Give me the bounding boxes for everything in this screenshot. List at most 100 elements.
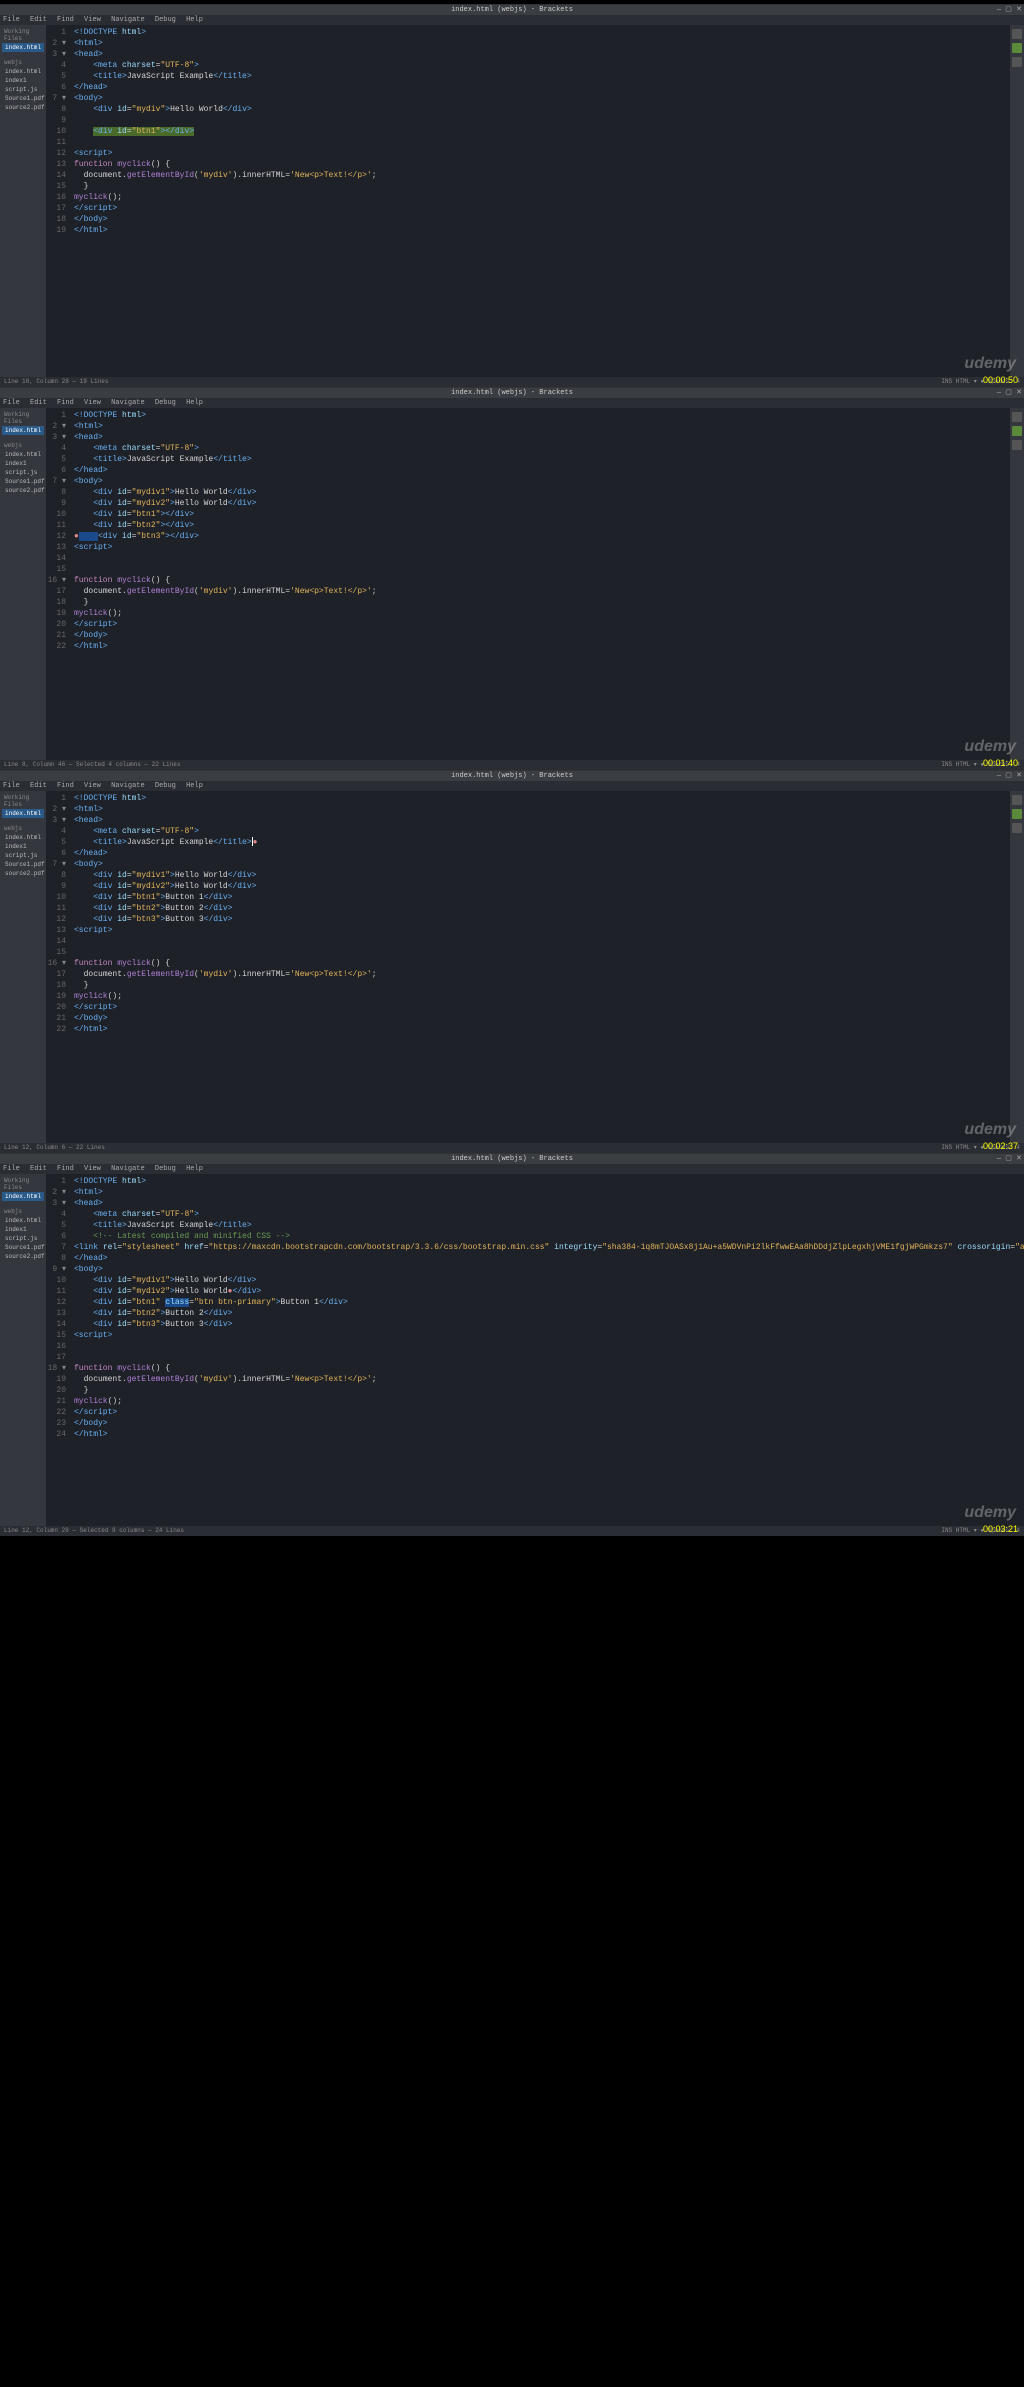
sidebar-file[interactable]: source2.pdf	[2, 103, 44, 112]
extension-icon[interactable]	[1012, 43, 1022, 53]
sidebar-file[interactable]: index1	[2, 459, 44, 468]
menu-edit[interactable]: Edit	[30, 782, 47, 790]
live-preview-icon[interactable]	[1012, 412, 1022, 422]
menu-find[interactable]: Find	[57, 399, 74, 407]
menu-navigate[interactable]: Navigate	[111, 1165, 145, 1173]
sidebar-file[interactable]: source2.pdf	[2, 869, 44, 878]
code-area[interactable]: <!DOCTYPE html><html><head> <meta charse…	[70, 791, 1010, 1143]
video-timestamp: 00:03:21	[983, 1524, 1018, 1534]
menu-help[interactable]: Help	[186, 16, 203, 24]
menu-file[interactable]: File	[3, 1165, 20, 1173]
menu-help[interactable]: Help	[186, 782, 203, 790]
sidebar-file[interactable]: script.js	[2, 468, 44, 477]
menu-navigate[interactable]: Navigate	[111, 782, 145, 790]
menu-file[interactable]: File	[3, 399, 20, 407]
sidebar-project[interactable]: webjs	[2, 58, 44, 67]
menu-find[interactable]: Find	[57, 16, 74, 24]
sidebar-file[interactable]: Source1.pdf	[2, 94, 44, 103]
window-controls[interactable]: — ▢ ✕	[997, 1154, 1022, 1164]
menu-navigate[interactable]: Navigate	[111, 399, 145, 407]
line-gutter: 12 ▾3 ▾456789 ▾101112131415161718 ▾19202…	[46, 1174, 70, 1526]
window-controls[interactable]: — ▢ ✕	[997, 771, 1022, 781]
video-timestamp: 00:01:40	[983, 758, 1018, 768]
sidebar-project[interactable]: webjs	[2, 441, 44, 450]
sidebar-working-files: Working Files	[2, 27, 44, 43]
sidebar-working-files: Working Files	[2, 410, 44, 426]
menu-view[interactable]: View	[84, 782, 101, 790]
menu-bar[interactable]: File Edit Find View Navigate Debug Help	[0, 1164, 1024, 1174]
sidebar-file[interactable]: index.html	[2, 1216, 44, 1225]
window-controls[interactable]: — ▢ ✕	[997, 5, 1022, 15]
sidebar-file[interactable]: index1	[2, 842, 44, 851]
sidebar: Working Files index.html webjs index.htm…	[0, 25, 46, 377]
menu-bar[interactable]: File Edit Find View Navigate Debug Help	[0, 398, 1024, 408]
menu-navigate[interactable]: Navigate	[111, 16, 145, 24]
status-left: Line 8, Column 46 — Selected 4 columns —…	[4, 760, 180, 770]
code-area[interactable]: <!DOCTYPE html><html><head> <meta charse…	[70, 1174, 1024, 1526]
menu-edit[interactable]: Edit	[30, 16, 47, 24]
code-editor[interactable]: 12 ▾3 ▾4567 ▾8910111213141516171819 <!DO…	[46, 25, 1010, 377]
extension-bar	[1010, 791, 1024, 1143]
sidebar-file[interactable]: script.js	[2, 1234, 44, 1243]
sidebar-file[interactable]: source2.pdf	[2, 1252, 44, 1261]
sidebar-file[interactable]: script.js	[2, 85, 44, 94]
title-bar: index.html (webjs) - Brackets — ▢ ✕	[0, 388, 1024, 398]
sidebar-file[interactable]: script.js	[2, 851, 44, 860]
status-left: Line 10, Column 28 — 19 Lines	[4, 377, 108, 387]
menu-find[interactable]: Find	[57, 782, 74, 790]
menu-view[interactable]: View	[84, 399, 101, 407]
sidebar-file[interactable]: Source1.pdf	[2, 1243, 44, 1252]
editor-window: index.html (webjs) - Brackets — ▢ ✕ File…	[0, 770, 1024, 1153]
menu-help[interactable]: Help	[186, 399, 203, 407]
sidebar-file[interactable]: index.html	[2, 833, 44, 842]
status-left: Line 12, Column 6 — 22 Lines	[4, 1143, 105, 1153]
live-preview-icon[interactable]	[1012, 29, 1022, 39]
menu-debug[interactable]: Debug	[155, 1165, 176, 1173]
sidebar-project[interactable]: webjs	[2, 1207, 44, 1216]
menu-debug[interactable]: Debug	[155, 782, 176, 790]
code-editor[interactable]: 12 ▾3 ▾4567 ▾8910111213141516 ▾171819202…	[46, 408, 1010, 760]
menu-help[interactable]: Help	[186, 1165, 203, 1173]
menu-bar[interactable]: File Edit Find View Navigate Debug Help	[0, 15, 1024, 25]
code-editor[interactable]: 12 ▾3 ▾456789 ▾101112131415161718 ▾19202…	[46, 1174, 1024, 1526]
window-title: index.html (webjs) - Brackets	[451, 1155, 573, 1163]
extension-icon[interactable]	[1012, 823, 1022, 833]
menu-file[interactable]: File	[3, 16, 20, 24]
sidebar-active-file[interactable]: index.html	[2, 1192, 44, 1201]
line-gutter: 12 ▾3 ▾4567 ▾8910111213141516 ▾171819202…	[46, 408, 70, 760]
window-title: index.html (webjs) - Brackets	[451, 389, 573, 397]
extension-icon[interactable]	[1012, 809, 1022, 819]
sidebar-file[interactable]: index1	[2, 76, 44, 85]
menu-file[interactable]: File	[3, 782, 20, 790]
code-area[interactable]: <!DOCTYPE html><html><head> <meta charse…	[70, 25, 1010, 377]
menu-view[interactable]: View	[84, 16, 101, 24]
code-area[interactable]: <!DOCTYPE html><html><head> <meta charse…	[70, 408, 1010, 760]
sidebar-project[interactable]: webjs	[2, 824, 44, 833]
menu-bar[interactable]: File Edit Find View Navigate Debug Help	[0, 781, 1024, 791]
sidebar-file[interactable]: index.html	[2, 450, 44, 459]
menu-find[interactable]: Find	[57, 1165, 74, 1173]
window-title: index.html (webjs) - Brackets	[451, 772, 573, 780]
live-preview-icon[interactable]	[1012, 795, 1022, 805]
sidebar-file[interactable]: Source1.pdf	[2, 860, 44, 869]
menu-edit[interactable]: Edit	[30, 399, 47, 407]
sidebar-file[interactable]: index.html	[2, 67, 44, 76]
menu-edit[interactable]: Edit	[30, 1165, 47, 1173]
extension-bar	[1010, 408, 1024, 760]
sidebar-file[interactable]: source2.pdf	[2, 486, 44, 495]
menu-debug[interactable]: Debug	[155, 16, 176, 24]
sidebar: Working Files index.html webjs index.htm…	[0, 1174, 46, 1526]
sidebar-active-file[interactable]: index.html	[2, 426, 44, 435]
extension-icon[interactable]	[1012, 57, 1022, 67]
extension-icon[interactable]	[1012, 426, 1022, 436]
sidebar-file[interactable]: index1	[2, 1225, 44, 1234]
window-controls[interactable]: — ▢ ✕	[997, 388, 1022, 398]
code-editor[interactable]: 12 ▾3 ▾4567 ▾8910111213141516 ▾171819202…	[46, 791, 1010, 1143]
sidebar-active-file[interactable]: index.html	[2, 43, 44, 52]
extension-icon[interactable]	[1012, 440, 1022, 450]
sidebar-file[interactable]: Source1.pdf	[2, 477, 44, 486]
sidebar-active-file[interactable]: index.html	[2, 809, 44, 818]
editor-window: index.html (webjs) - Brackets — ▢ ✕ File…	[0, 1153, 1024, 1536]
menu-view[interactable]: View	[84, 1165, 101, 1173]
menu-debug[interactable]: Debug	[155, 399, 176, 407]
